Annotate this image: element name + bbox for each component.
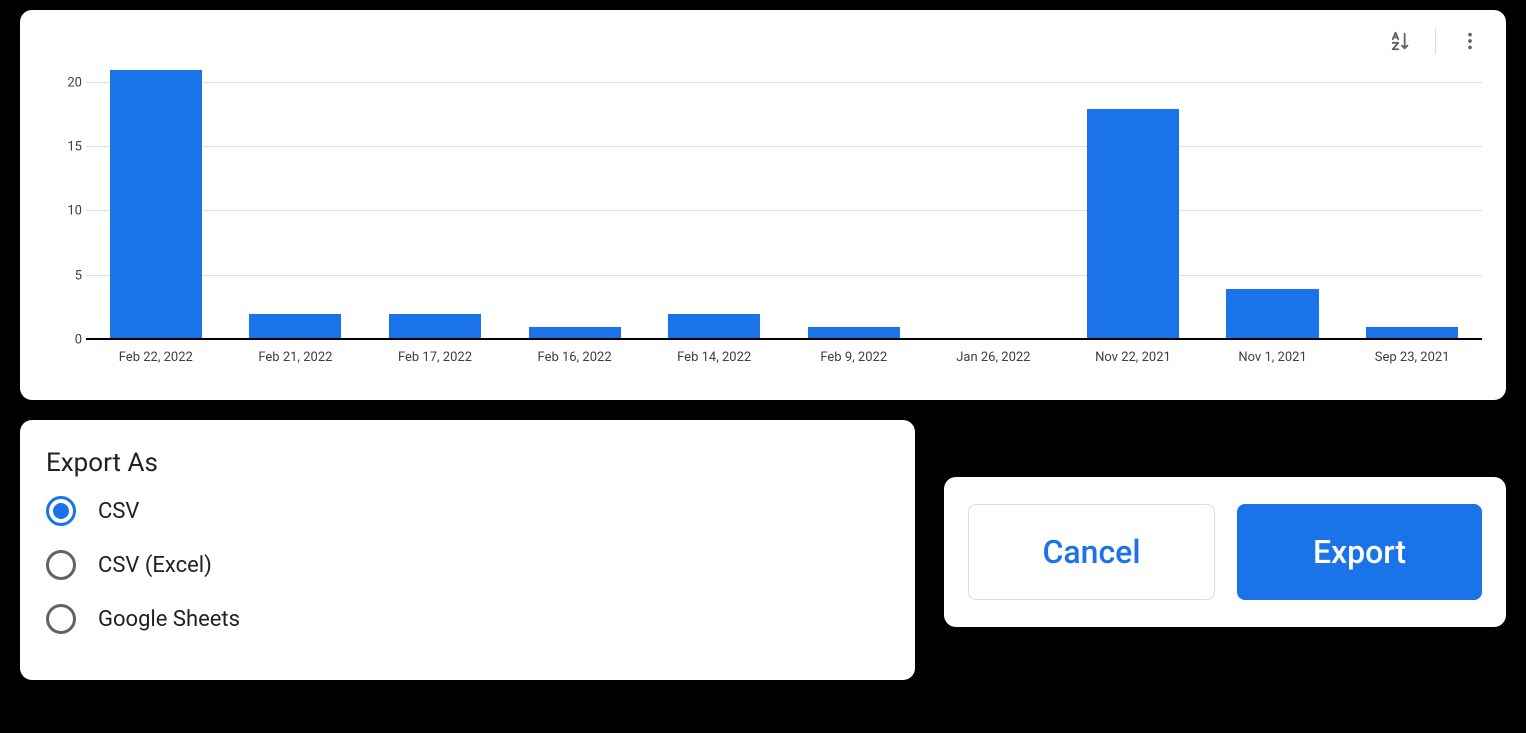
actions-card: Cancel Export	[944, 477, 1506, 627]
bar-slot: Nov 1, 2021	[1203, 70, 1343, 340]
y-axis: 05101520	[46, 70, 82, 340]
radio-icon[interactable]	[46, 550, 76, 580]
radio-icon[interactable]	[46, 496, 76, 526]
bar-slot: Feb 14, 2022	[644, 70, 784, 340]
radio-dot	[53, 503, 69, 519]
bar[interactable]	[389, 314, 481, 340]
x-tick-label: Feb 17, 2022	[365, 350, 505, 365]
bar-slot: Feb 17, 2022	[365, 70, 505, 340]
x-tick-label: Sep 23, 2021	[1342, 350, 1482, 365]
export-as-title: Export As	[46, 448, 889, 478]
chart-baseline	[86, 338, 1482, 340]
bar-slot: Feb 16, 2022	[505, 70, 645, 340]
x-tick-label: Nov 22, 2021	[1063, 350, 1203, 365]
export-option-2[interactable]: Google Sheets	[46, 604, 889, 634]
bar[interactable]	[668, 314, 760, 340]
y-tick-label: 0	[46, 333, 82, 348]
chart-bars: Feb 22, 2022Feb 21, 2022Feb 17, 2022Feb …	[86, 70, 1482, 340]
radio-icon[interactable]	[46, 604, 76, 634]
chart-plot-area: 05101520 Feb 22, 2022Feb 21, 2022Feb 17,…	[86, 70, 1482, 340]
x-tick-label: Feb 22, 2022	[86, 350, 226, 365]
bar-slot: Jan 26, 2022	[924, 70, 1064, 340]
export-option-0[interactable]: CSV	[46, 496, 889, 526]
export-option-label: CSV (Excel)	[98, 553, 212, 578]
x-tick-label: Feb 21, 2022	[226, 350, 366, 365]
bar-slot: Feb 9, 2022	[784, 70, 924, 340]
y-tick-label: 10	[46, 204, 82, 219]
bar[interactable]	[1226, 289, 1318, 340]
bar-slot: Feb 21, 2022	[226, 70, 366, 340]
export-as-options: CSV CSV (Excel) Google Sheets	[46, 496, 889, 634]
y-tick-label: 15	[46, 140, 82, 155]
sort-az-icon[interactable]	[1389, 29, 1413, 53]
more-vert-icon[interactable]	[1458, 29, 1482, 53]
export-option-label: Google Sheets	[98, 607, 240, 632]
export-button[interactable]: Export	[1237, 504, 1482, 600]
chart-toolbar	[1389, 28, 1482, 54]
x-tick-label: Nov 1, 2021	[1203, 350, 1343, 365]
export-as-card: Export As CSV CSV (Excel) Google Sheets	[20, 420, 915, 680]
y-tick-label: 20	[46, 75, 82, 90]
x-tick-label: Feb 14, 2022	[644, 350, 784, 365]
x-tick-label: Jan 26, 2022	[924, 350, 1064, 365]
cancel-button[interactable]: Cancel	[968, 504, 1215, 600]
bar-slot: Sep 23, 2021	[1342, 70, 1482, 340]
export-option-label: CSV	[98, 499, 139, 524]
chart-card: 05101520 Feb 22, 2022Feb 21, 2022Feb 17,…	[20, 10, 1506, 400]
toolbar-divider	[1435, 28, 1436, 54]
y-tick-label: 5	[46, 268, 82, 283]
bar-slot: Feb 22, 2022	[86, 70, 226, 340]
bar-slot: Nov 22, 2021	[1063, 70, 1203, 340]
x-tick-label: Feb 9, 2022	[784, 350, 924, 365]
bar[interactable]	[249, 314, 341, 340]
bar[interactable]	[110, 70, 202, 340]
bar[interactable]	[1087, 109, 1179, 340]
x-tick-label: Feb 16, 2022	[505, 350, 645, 365]
export-option-1[interactable]: CSV (Excel)	[46, 550, 889, 580]
